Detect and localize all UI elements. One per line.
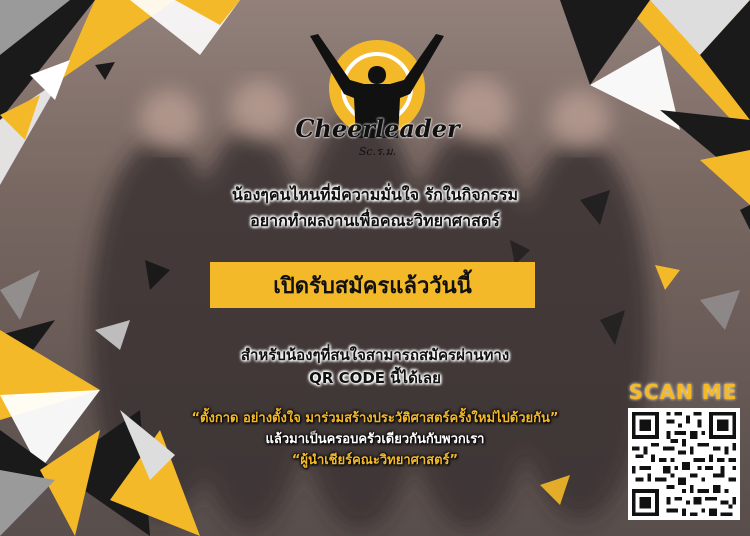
intro-line-2: อยากทำผลงานเพื่อคณะวิทยาศาสตร์ bbox=[250, 211, 500, 230]
intro-line-1: น้องๆคนไหนที่มีความมั่นใจ รักในกิจกรรม bbox=[231, 185, 519, 204]
logo-subtitle: Sc.ร.ม. bbox=[358, 145, 397, 158]
scan-me-label: SCAN ME bbox=[628, 380, 738, 404]
recruit-banner: เปิดรับสมัครแล้ววันนี้ bbox=[210, 262, 535, 308]
qr-code-icon bbox=[628, 408, 740, 520]
banner-label: เปิดรับสมัครแล้ววันนี้ bbox=[273, 273, 472, 299]
logo-title: Cheerleader bbox=[295, 114, 460, 143]
qr-code[interactable] bbox=[628, 408, 740, 520]
intro-text: น้องๆคนไหนที่มีความมั่นใจ รักในกิจกรรม อ… bbox=[0, 182, 750, 234]
howto-line-1: สำหรับน้องๆที่สนใจสามารถสมัครผ่านทาง bbox=[240, 346, 510, 364]
cheerleader-logo: Cheerleader Sc.ร.ม. bbox=[290, 28, 465, 163]
